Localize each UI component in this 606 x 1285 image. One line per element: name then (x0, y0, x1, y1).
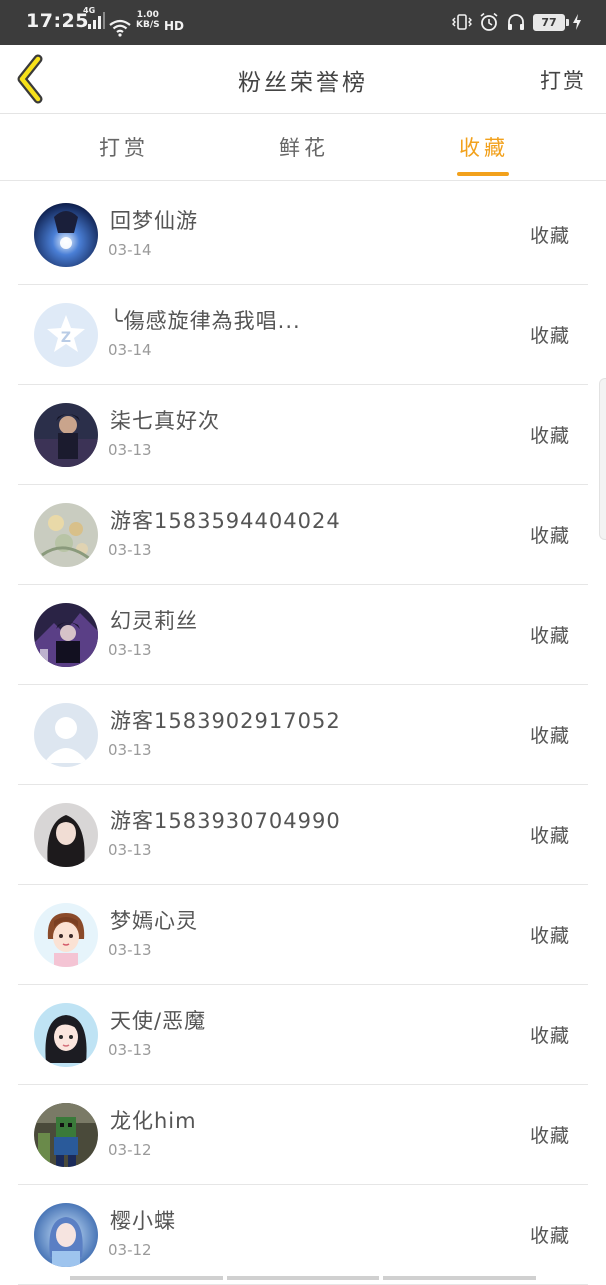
fan-action: 收藏 (529, 225, 570, 247)
avatar (34, 903, 98, 967)
fan-row[interactable]: 天使/恶魔 03-13 收藏 (18, 985, 588, 1085)
fan-row[interactable]: 游客1583930704990 03-13 收藏 (18, 785, 588, 885)
battery-icon: 77 (533, 13, 569, 31)
fan-action: 收藏 (529, 725, 570, 747)
active-tab-indicator (457, 172, 509, 176)
fan-row[interactable]: 幻灵莉丝 03-13 收藏 (18, 585, 588, 685)
fan-name: 幻灵莉丝 (110, 609, 198, 633)
fan-action: 收藏 (529, 425, 570, 447)
avatar: Z (34, 303, 98, 367)
tab-reward[interactable]: 打赏 (64, 132, 184, 162)
hd-badge: HD (164, 19, 185, 33)
avatar (34, 703, 98, 767)
net-speed: 1.00 KB/S (136, 10, 160, 30)
tab-favorites[interactable]: 收藏 (424, 132, 544, 162)
avatar (34, 603, 98, 667)
reward-button[interactable]: 打赏 (540, 65, 586, 95)
fan-name: 游客1583902917052 (110, 709, 341, 733)
fan-date: 03-13 (108, 741, 152, 759)
alarm-icon (480, 12, 498, 31)
fan-row[interactable]: 回梦仙游 03-14 收藏 (18, 185, 588, 285)
fan-action: 收藏 (529, 1225, 570, 1247)
page-title: 粉丝荣誉榜 (238, 70, 368, 96)
headphones-icon (508, 14, 524, 30)
fan-action: 收藏 (529, 325, 570, 347)
fan-row[interactable]: 柒七真好次 03-13 收藏 (18, 385, 588, 485)
fan-date: 03-13 (108, 541, 152, 559)
avatar (34, 1103, 98, 1167)
fan-row[interactable]: 龙化him 03-12 收藏 (18, 1085, 588, 1185)
bottom-indicator (70, 1276, 537, 1280)
fan-date: 03-13 (108, 641, 152, 659)
fan-date: 03-12 (108, 1141, 152, 1159)
fan-row[interactable]: Z ╰傷感旋律為我唱... 03-14 收藏 (18, 285, 588, 385)
fan-name: 龙化him (110, 1109, 197, 1133)
fan-name: 天使/恶魔 (110, 1009, 207, 1033)
fan-list: 回梦仙游 03-14 收藏 Z ╰傷感旋律為我唱... 03-14 收藏 柒七真… (0, 185, 606, 1285)
fan-row[interactable]: 梦嫣心灵 03-13 收藏 (18, 885, 588, 985)
fan-date: 03-13 (108, 841, 152, 859)
status-icons: 77 (452, 10, 582, 34)
avatar (34, 1203, 98, 1267)
wifi-icon (109, 19, 131, 37)
avatar (34, 403, 98, 467)
fan-name: 柒七真好次 (110, 409, 220, 433)
fan-date: 03-13 (108, 1041, 152, 1059)
net-speed-unit: KB/S (136, 20, 160, 30)
status-bar: 17:25 4G 1.00 KB/S HD 77 (0, 0, 606, 45)
avatar (34, 503, 98, 567)
avatar (34, 1003, 98, 1067)
tab-flowers[interactable]: 鲜花 (244, 132, 364, 162)
fan-date: 03-13 (108, 441, 152, 459)
fan-name: 樱小蝶 (110, 1209, 176, 1233)
avatar (34, 803, 98, 867)
battery-level: 77 (541, 15, 557, 29)
app-header: 粉丝荣誉榜 打赏 (0, 45, 606, 114)
fan-date: 03-12 (108, 1241, 152, 1259)
fan-action: 收藏 (529, 925, 570, 947)
charging-icon (573, 14, 581, 30)
tab-bar: 打赏 鲜花 收藏 (0, 114, 606, 181)
fan-row[interactable]: 樱小蝶 03-12 收藏 (18, 1185, 588, 1285)
fan-name: 回梦仙游 (110, 209, 198, 233)
svg-text:Z: Z (61, 330, 71, 346)
fan-row[interactable]: 游客1583594404024 03-13 收藏 (18, 485, 588, 585)
fan-action: 收藏 (529, 525, 570, 547)
fan-action: 收藏 (529, 1125, 570, 1147)
fan-action: 收藏 (529, 1025, 570, 1047)
fan-date: 03-14 (108, 341, 152, 359)
avatar (34, 203, 98, 267)
fan-date: 03-13 (108, 941, 152, 959)
vibrate-icon (452, 14, 472, 30)
side-scroll-handle[interactable] (599, 378, 606, 540)
net-speed-value: 1.00 (136, 10, 159, 20)
fan-date: 03-14 (108, 241, 152, 259)
fan-row[interactable]: 游客1583902917052 03-13 收藏 (18, 685, 588, 785)
fan-action: 收藏 (529, 825, 570, 847)
fan-name: 梦嫣心灵 (110, 909, 198, 933)
fan-name: 游客1583594404024 (110, 509, 341, 533)
fan-name: 游客1583930704990 (110, 809, 341, 833)
clock: 17:25 (26, 10, 89, 32)
signal-icon (88, 12, 105, 29)
fan-action: 收藏 (529, 625, 570, 647)
fan-name: ╰傷感旋律為我唱... (110, 309, 301, 333)
